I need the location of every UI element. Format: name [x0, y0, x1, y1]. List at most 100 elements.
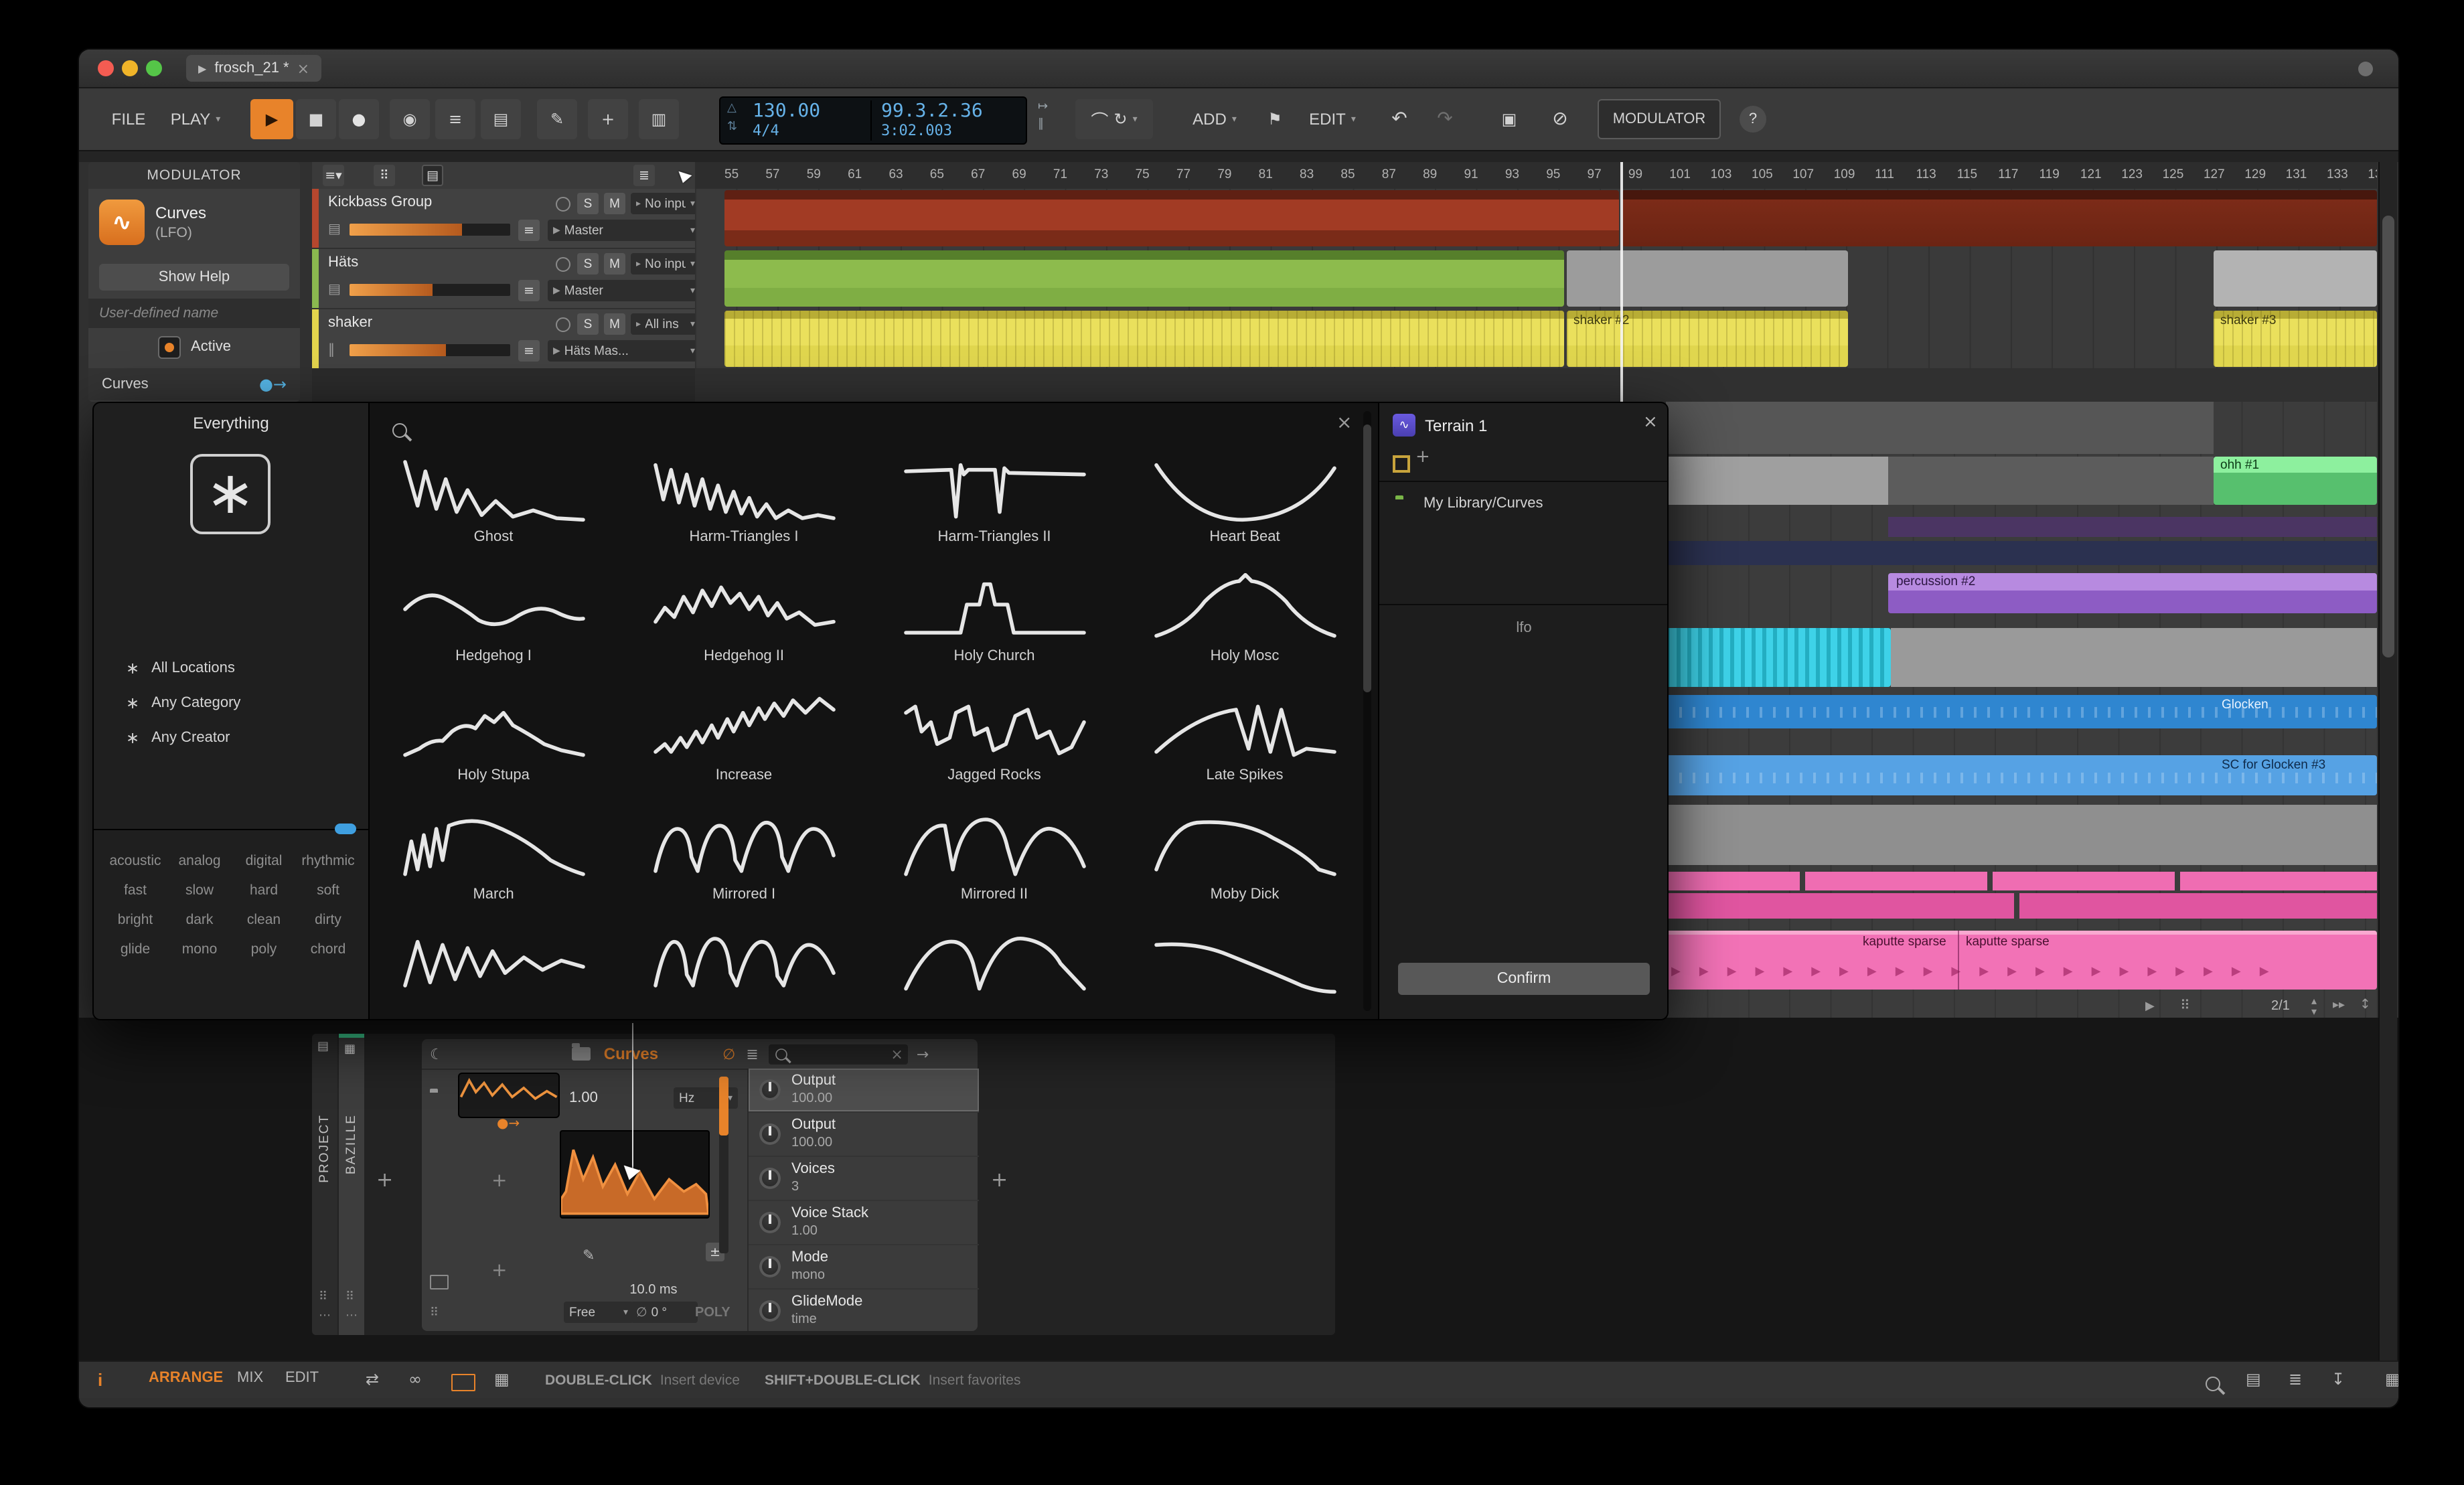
- routing-button[interactable]: ≡: [518, 280, 540, 301]
- grid-view-button[interactable]: ⠿: [374, 165, 395, 186]
- zoom-level[interactable]: 2/1: [2271, 999, 2290, 1014]
- record-arm-button[interactable]: [556, 197, 570, 212]
- automation-icon[interactable]: ▤: [328, 283, 341, 297]
- solo-button[interactable]: S: [577, 193, 599, 214]
- param-row[interactable]: Mode mono: [749, 1245, 979, 1289]
- track-header[interactable]: Kickbass Group S M ▸No input▾ ▤ ≡ ▶Maste…: [312, 189, 700, 248]
- audio-lanes-icon[interactable]: ‖: [328, 343, 335, 358]
- preset-item[interactable]: Mirrored II: [880, 806, 1108, 925]
- zoom-window-button[interactable]: [146, 60, 162, 76]
- flag-button[interactable]: ⚑: [1257, 99, 1292, 139]
- minimize-window-button[interactable]: [122, 60, 138, 76]
- preset-item[interactable]: [1131, 925, 1359, 1019]
- search-icon[interactable]: [2206, 1377, 2220, 1391]
- input-chooser[interactable]: ▸No input▾: [631, 193, 700, 214]
- tab-bazille[interactable]: ▦ BAZILLE ⠿ ⋯: [339, 1034, 364, 1335]
- tag-chip[interactable]: dark: [169, 912, 230, 928]
- random-icon[interactable]: ⠿: [2180, 999, 2190, 1014]
- file-menu-button[interactable]: FILE: [100, 99, 157, 139]
- play-menu-button[interactable]: PLAY ▾: [162, 99, 229, 139]
- ruler[interactable]: 55 57 59 61 63 65 67 69 71 73 75 77 79 81 83 85 87 89 91 93…: [695, 162, 2377, 190]
- routing-button[interactable]: ≡: [518, 340, 540, 362]
- more-icon[interactable]: ⋯: [345, 1310, 358, 1323]
- help-button[interactable]: ?: [1740, 106, 1766, 133]
- close-tab-icon[interactable]: ×: [297, 60, 309, 77]
- param-row[interactable]: Voice Stack 1.00: [749, 1201, 979, 1245]
- rate-value[interactable]: 1.00: [569, 1090, 598, 1106]
- clip-kickbass-right[interactable]: [1622, 190, 2377, 246]
- pointer-tool-icon[interactable]: [675, 166, 692, 183]
- param-value[interactable]: 3: [791, 1180, 799, 1194]
- metronome-icon[interactable]: △: [727, 102, 737, 115]
- tag-chip[interactable]: digital: [233, 853, 295, 869]
- active-toggle[interactable]: Active: [88, 333, 300, 360]
- output-chooser[interactable]: ▶ Master ▾: [548, 220, 700, 241]
- preset-item[interactable]: Harm-Triangles II: [880, 449, 1108, 568]
- clip-shaker-1[interactable]: [724, 311, 1564, 367]
- tag-chip[interactable]: analog: [169, 853, 230, 869]
- lane-block[interactable]: [1666, 402, 2214, 454]
- delay-value[interactable]: 10.0 ms: [623, 1283, 684, 1298]
- mute-button[interactable]: M: [604, 193, 625, 214]
- clip-glocken[interactable]: Glocken: [1666, 695, 2377, 728]
- lane-block-navy[interactable]: [1666, 541, 2377, 565]
- solo-button[interactable]: S: [577, 253, 599, 275]
- lane-view-button[interactable]: ▤: [422, 165, 443, 186]
- clip-pink-seg[interactable]: [1805, 872, 1987, 890]
- device-name-input[interactable]: User-defined name: [88, 299, 300, 328]
- preset-item[interactable]: Holy Mosc: [1131, 568, 1359, 687]
- insert-device-before-button[interactable]: +: [376, 1168, 393, 1192]
- loop-button[interactable]: ⌒ ↻ ▾: [1075, 99, 1153, 139]
- dual-display-button[interactable]: ▥: [639, 99, 679, 139]
- grid-icon[interactable]: ▦: [494, 1370, 510, 1389]
- filter-all-locations[interactable]: ∗ All Locations: [126, 655, 235, 682]
- focus-rect-icon[interactable]: [451, 1374, 475, 1391]
- param-value[interactable]: time: [791, 1312, 817, 1327]
- preset-item[interactable]: Heart Beat: [1131, 449, 1359, 568]
- add-track-button[interactable]: +: [588, 99, 628, 139]
- color-swatch-icon[interactable]: [1393, 455, 1410, 473]
- clip-ohh[interactable]: ohh #1: [2214, 457, 2377, 505]
- edit-grid-button[interactable]: ✎: [537, 99, 577, 139]
- tab-project[interactable]: ▤ PROJECT ⠿ ⋯: [312, 1034, 337, 1335]
- add-menu-button[interactable]: ADD ▾: [1180, 99, 1249, 139]
- punch-out-icon[interactable]: ∥: [1038, 118, 1044, 131]
- mod-search-input[interactable]: ×: [769, 1044, 909, 1064]
- phase-field[interactable]: ∅ 0 °: [631, 1302, 698, 1323]
- clip-pink-seg[interactable]: [2019, 893, 2377, 919]
- file-browser-icon[interactable]: ▤: [2246, 1370, 2261, 1389]
- play-button[interactable]: ▶: [250, 99, 293, 139]
- remote-controls-icon[interactable]: [430, 1275, 449, 1289]
- arranger-lanes[interactable]: shaker #2 shaker #3: [695, 189, 2377, 368]
- time-signature-display[interactable]: 4/4: [753, 122, 779, 139]
- modulation-out-icon[interactable]: ●→: [497, 1117, 520, 1131]
- preset-item[interactable]: Ghost: [380, 449, 607, 568]
- mod-next-icon[interactable]: →: [917, 1045, 929, 1063]
- add-tag-icon[interactable]: +: [1415, 447, 1430, 467]
- automation-write-button[interactable]: ◉: [390, 99, 430, 139]
- modulation-route-icon[interactable]: ●→: [259, 375, 287, 394]
- output-chooser[interactable]: ▶ Häts Mas... ▾: [548, 340, 700, 362]
- edit-curve-icon[interactable]: ✎: [583, 1247, 595, 1264]
- clip-kickbass-left[interactable]: [724, 190, 1619, 246]
- param-value[interactable]: 100.00: [791, 1091, 832, 1106]
- input-chooser[interactable]: ▸No input▾: [631, 253, 700, 275]
- track-header[interactable]: Häts S M ▸No input▾ ▤ ≡ ▶Master▾: [312, 249, 700, 308]
- track-name[interactable]: shaker: [328, 315, 372, 331]
- confirm-button[interactable]: Confirm: [1398, 963, 1650, 995]
- piano-icon[interactable]: ▦: [2385, 1370, 2398, 1389]
- preset-item[interactable]: Hedgehog II: [630, 568, 858, 687]
- tag-chip[interactable]: acoustic: [104, 853, 166, 869]
- link-icon[interactable]: ∞: [408, 1370, 422, 1389]
- punch-in-icon[interactable]: ↦: [1038, 100, 1048, 114]
- undo-button[interactable]: ↶: [1381, 99, 1418, 139]
- track-header[interactable]: shaker S M ▸ All ins ▾ ‖ ≡ ▶ Häts Mas... ▾: [312, 309, 700, 368]
- delete-button[interactable]: ⊘: [1541, 99, 1579, 139]
- redo-button[interactable]: ↷: [1426, 99, 1464, 139]
- level-meter[interactable]: [350, 344, 510, 356]
- clip-pink-seg[interactable]: [1993, 872, 2175, 890]
- clip-shaker-2[interactable]: shaker #2: [1567, 311, 1848, 367]
- param-row[interactable]: Output 100.00: [749, 1069, 979, 1113]
- clip-shaker-3[interactable]: shaker #3: [2214, 311, 2377, 367]
- output-chooser[interactable]: ▶ Master ▾: [548, 280, 700, 301]
